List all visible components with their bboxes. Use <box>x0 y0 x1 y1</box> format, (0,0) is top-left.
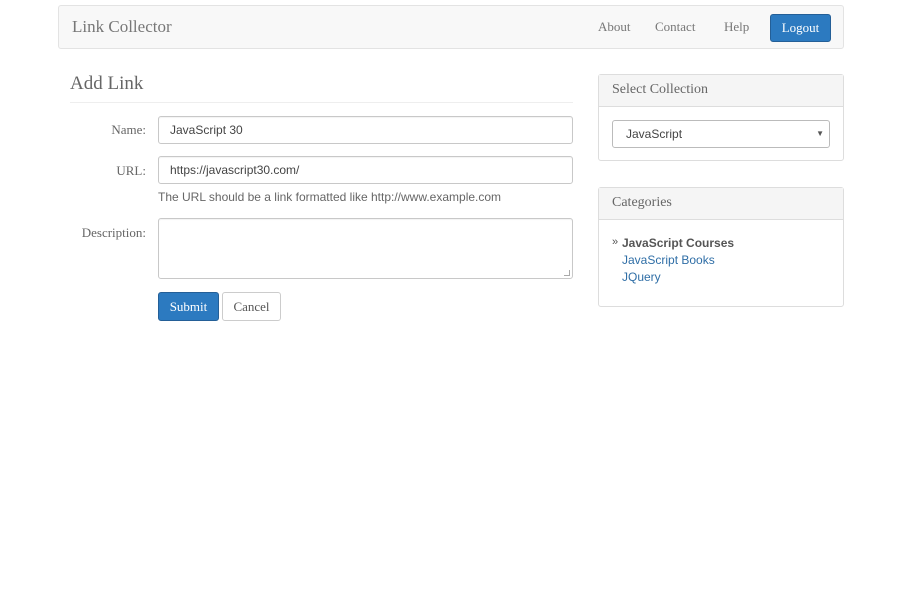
cancel-button[interactable]: Cancel <box>222 292 281 321</box>
nav-link-contact[interactable]: Contact <box>655 19 695 35</box>
nav-link-about[interactable]: About <box>598 19 631 35</box>
logout-button[interactable]: Logout <box>770 14 831 42</box>
resize-handle-icon[interactable] <box>564 270 570 276</box>
description-label: Description: <box>81 225 146 240</box>
caret-down-icon: ▼ <box>816 129 824 138</box>
categories-list: » JavaScript Courses JavaScript Books JQ… <box>612 235 734 286</box>
url-input[interactable]: https://javascript30.com/ <box>158 156 573 184</box>
category-item-javascript-books[interactable]: JavaScript Books <box>612 252 734 269</box>
collection-select-value: JavaScript <box>626 127 683 141</box>
select-collection-heading: Select Collection <box>599 75 843 107</box>
name-input[interactable]: JavaScript 30 <box>158 116 573 144</box>
submit-button[interactable]: Submit <box>158 292 219 321</box>
categories-heading: Categories <box>599 188 843 220</box>
name-label: Name: <box>111 122 146 137</box>
categories-panel: Categories » JavaScript Courses JavaScri… <box>598 187 844 307</box>
url-label: URL: <box>116 163 146 178</box>
url-help-text: The URL should be a link formatted like … <box>158 190 502 204</box>
page-title: Add Link <box>70 73 573 103</box>
navbar: Link Collector About Contact Help Logout <box>58 5 844 49</box>
select-collection-panel: Select Collection JavaScript ▼ <box>598 74 844 161</box>
category-item-javascript-courses[interactable]: » JavaScript Courses <box>612 235 734 252</box>
description-textarea[interactable] <box>158 218 573 279</box>
name-input-value: JavaScript 30 <box>170 123 243 137</box>
nav-link-help[interactable]: Help <box>724 19 749 35</box>
category-item-label: JavaScript Courses <box>622 236 735 250</box>
double-chevron-right-icon: » <box>612 236 619 248</box>
category-item-jquery[interactable]: JQuery <box>612 269 734 286</box>
url-input-value: https://javascript30.com/ <box>170 163 300 177</box>
navbar-brand[interactable]: Link Collector <box>72 17 172 37</box>
collection-select[interactable]: JavaScript ▼ <box>612 120 830 148</box>
